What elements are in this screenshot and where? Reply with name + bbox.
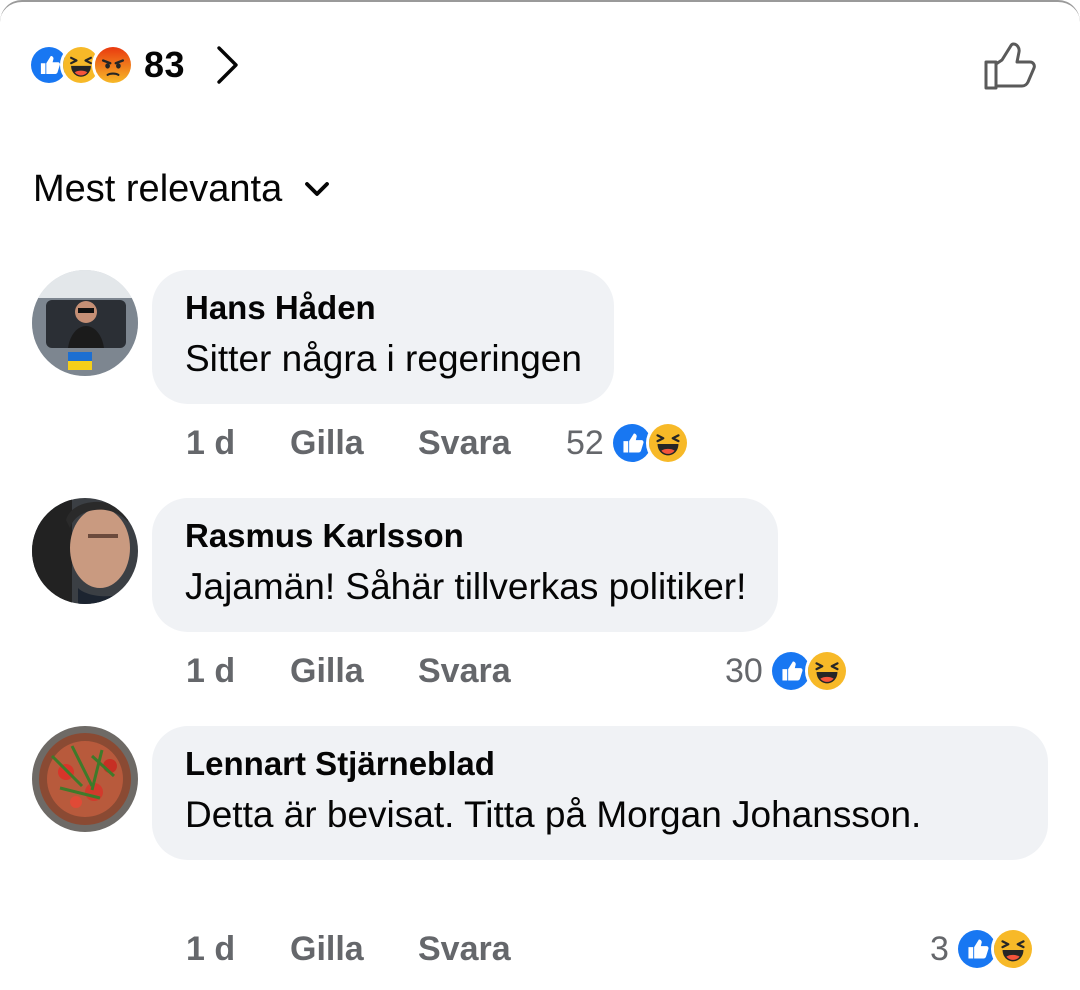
comment-author[interactable]: Rasmus Karlsson xyxy=(185,516,746,556)
comment-bubble[interactable]: Lennart Stjärneblad Detta är bevisat. Ti… xyxy=(152,726,1048,860)
comment-time[interactable]: 1 d xyxy=(186,646,235,696)
avatar[interactable] xyxy=(32,726,138,832)
like-button[interactable]: Gilla xyxy=(290,646,364,696)
chevron-right-icon[interactable] xyxy=(215,44,241,86)
comment-text: Sitter några i regeringen xyxy=(185,338,582,379)
comment-actions: 1 d Gilla Svara 30 xyxy=(186,646,1066,696)
like-button[interactable]: Gilla xyxy=(290,418,364,468)
like-button[interactable]: Gilla xyxy=(290,924,364,974)
comment-actions: 1 d Gilla Svara 3 xyxy=(186,924,1066,974)
reply-button[interactable]: Svara xyxy=(418,418,511,468)
reply-button[interactable]: Svara xyxy=(418,924,511,974)
comment-bubble[interactable]: Rasmus Karlsson Jajamän! Såhär tillverka… xyxy=(152,498,779,632)
reaction-count: 52 xyxy=(566,423,604,462)
angry-icon xyxy=(92,44,134,86)
comment-reactions[interactable]: 3 xyxy=(930,926,1035,972)
comment-time[interactable]: 1 d xyxy=(186,418,235,468)
avatar[interactable] xyxy=(32,498,138,604)
comment-text: Detta är bevisat. Titta på Morgan Johans… xyxy=(185,794,922,835)
sort-label: Mest relevanta xyxy=(33,168,283,210)
haha-icon xyxy=(990,927,1035,971)
reaction-stack xyxy=(28,44,134,86)
comment-reactions[interactable]: 52 xyxy=(566,420,690,466)
reaction-count: 3 xyxy=(930,929,949,968)
comment-actions: 1 d Gilla Svara 52 xyxy=(186,418,1066,468)
comment-reactions[interactable]: 30 xyxy=(725,648,849,694)
comment-time[interactable]: 1 d xyxy=(186,924,235,974)
reply-button[interactable]: Svara xyxy=(418,646,511,696)
like-outline-icon[interactable] xyxy=(982,36,1040,94)
sort-dropdown[interactable]: Mest relevanta xyxy=(33,168,330,211)
comment-author[interactable]: Hans Håden xyxy=(185,288,582,328)
haha-icon xyxy=(804,649,849,693)
comment-bubble[interactable]: Hans Håden Sitter några i regeringen xyxy=(152,270,614,404)
reaction-summary[interactable]: 83 xyxy=(28,38,241,92)
comment-author[interactable]: Lennart Stjärneblad xyxy=(185,744,1016,784)
comment-text: Jajamän! Såhär tillverkas politiker! xyxy=(185,566,747,607)
reaction-count: 30 xyxy=(725,651,763,690)
avatar[interactable] xyxy=(32,270,138,376)
chevron-down-icon xyxy=(305,181,330,196)
haha-icon xyxy=(645,421,690,465)
reaction-total-count: 83 xyxy=(144,44,186,85)
